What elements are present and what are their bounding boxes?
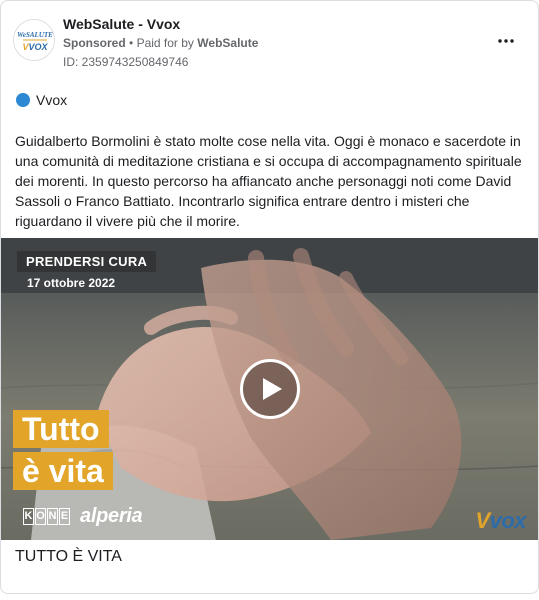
kone-letter: K bbox=[23, 508, 34, 525]
kone-letter: E bbox=[59, 508, 70, 525]
vvox-logo-v: V bbox=[475, 508, 490, 533]
vvox-logo-rest: vox bbox=[489, 508, 527, 533]
ad-body-text: Guidalberto Bormolini è stato molte cose… bbox=[15, 133, 522, 229]
ad-headline[interactable]: TUTTO È VITA bbox=[15, 548, 122, 566]
svg-text:WeSALUTE: WeSALUTE bbox=[17, 31, 53, 39]
vvox-logo: Vvox bbox=[475, 508, 526, 534]
more-options-button[interactable] bbox=[494, 29, 518, 53]
sponsor-logos: K O N E alperia bbox=[23, 505, 143, 528]
video-date: 17 ottobre 2022 bbox=[27, 276, 116, 290]
play-button[interactable] bbox=[240, 359, 300, 419]
advertiser-name[interactable]: WebSalute - Vvox bbox=[63, 16, 180, 32]
video-title: Tutto è vita bbox=[13, 410, 113, 494]
sponsored-label: Sponsored bbox=[63, 36, 126, 50]
svg-text:VVOX: VVOX bbox=[22, 42, 48, 52]
video-title-line-1: Tutto bbox=[13, 410, 109, 448]
ad-id: ID: 2359743250849746 bbox=[63, 55, 189, 69]
platform-label: Vvox bbox=[36, 92, 68, 108]
alperia-logo: alperia bbox=[80, 505, 143, 527]
paid-for-prefix: Paid for by bbox=[136, 36, 194, 50]
play-icon bbox=[263, 378, 282, 400]
kone-logo: K O N E bbox=[23, 508, 70, 525]
platform-dot-icon bbox=[16, 93, 30, 107]
ad-card: WeSALUTE VVOX WebSalute - Vvox Sponsored… bbox=[0, 0, 539, 594]
category-tag: PRENDERSI CURA bbox=[17, 251, 157, 272]
platform-row: Vvox bbox=[16, 92, 67, 108]
sponsored-line: Sponsored • Paid for by WebSalute bbox=[63, 36, 258, 50]
separator-dot: • bbox=[129, 36, 137, 50]
paid-for-by[interactable]: WebSalute bbox=[197, 36, 258, 50]
video-title-line-2: è vita bbox=[13, 452, 113, 490]
advertiser-avatar[interactable]: WeSALUTE VVOX bbox=[13, 19, 55, 61]
kone-letter: N bbox=[47, 508, 58, 525]
kone-letter: O bbox=[35, 508, 46, 525]
video-thumbnail[interactable]: PRENDERSI CURA 17 ottobre 2022 Tutto è v… bbox=[1, 238, 538, 540]
more-horizontal-icon bbox=[498, 39, 514, 43]
